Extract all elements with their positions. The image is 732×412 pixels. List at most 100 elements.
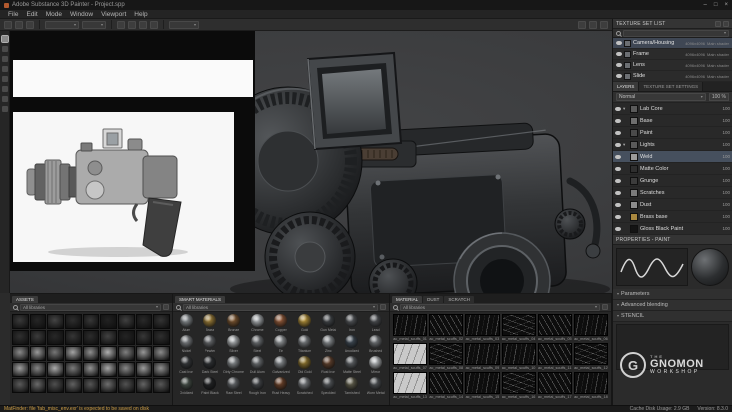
asset-thumbnail[interactable] [82, 378, 100, 393]
asset-thumbnail[interactable] [47, 314, 64, 329]
layer-visibility-icon[interactable] [615, 142, 621, 147]
asset-thumbnail[interactable] [64, 346, 82, 361]
layer-row[interactable]: Brass base 100 [613, 211, 732, 223]
asset-thumbnail[interactable] [135, 378, 153, 393]
asset-thumbnail[interactable] [153, 330, 170, 345]
smart-material-item[interactable]: Old Gold [293, 356, 316, 376]
asset-thumbnail[interactable] [100, 330, 117, 345]
smart-material-item[interactable]: Dirty Chrome [222, 356, 245, 376]
asset-thumbnail[interactable] [153, 378, 170, 393]
asset-thumbnail[interactable] [135, 330, 153, 345]
smart-material-item[interactable]: Gun Metal [317, 314, 340, 334]
smart-material-item[interactable]: Worn Metal [364, 377, 387, 397]
asset-thumbnail[interactable] [29, 378, 47, 393]
visibility-eye-icon[interactable] [616, 41, 622, 45]
grunge-map-item[interactable]: ac_metal_scuffs_16 [501, 372, 536, 399]
symmetry-icon[interactable] [117, 20, 125, 29]
texture-set-row[interactable]: Lens 4096x4096 Main shader [613, 60, 732, 71]
camera-dropdown[interactable]: ▾ [169, 20, 199, 29]
grid-view-icon[interactable] [163, 304, 169, 310]
layer-row[interactable]: Scratches 100 [613, 187, 732, 199]
asset-thumbnail[interactable] [82, 314, 100, 329]
maximize-button[interactable]: □ [714, 0, 718, 10]
grunge-map-item[interactable]: ac_metal_scuffs_08 [429, 343, 464, 370]
texture-set-row[interactable]: Slide 4096x4096 Main shader [613, 71, 732, 82]
grunge-map-item[interactable]: ac_metal_scuffs_02 [429, 314, 464, 341]
layer-row[interactable]: ▾ Lab Core 100 [613, 103, 732, 115]
smart-material-item[interactable]: Brushed [364, 335, 387, 355]
smart-material-item[interactable]: Dull Alum [246, 356, 269, 376]
asset-thumbnail[interactable] [64, 378, 82, 393]
property-group-header[interactable]: ▾ Parameters [613, 289, 732, 300]
stencil-icon[interactable] [139, 20, 147, 29]
layer-visibility-icon[interactable] [615, 190, 621, 195]
layer-expand-icon[interactable]: ▾ [623, 106, 628, 112]
material-picker-icon[interactable] [150, 20, 158, 29]
projection-tool-icon[interactable] [1, 56, 8, 62]
smart-material-item[interactable]: Alum [175, 314, 198, 334]
grunge-map-item[interactable]: ac_metal_scuffs_06 [573, 314, 608, 341]
smart-material-item[interactable]: Scratched [293, 377, 316, 397]
smart-materials-library-dropdown[interactable]: All libraries ▾ [183, 303, 378, 311]
layer-visibility-icon[interactable] [615, 202, 621, 207]
texture-set-filter-dropdown[interactable]: ▾ [623, 29, 729, 37]
smart-material-item[interactable]: Zinc [317, 335, 340, 355]
asset-thumbnail[interactable] [64, 362, 82, 377]
grunge-map-item[interactable]: ac_metal_scuffs_13 [393, 372, 428, 399]
smart-material-item[interactable]: Rust Heavy [270, 377, 293, 397]
asset-thumbnail[interactable] [100, 362, 117, 377]
smart-material-item[interactable]: Speckled [317, 377, 340, 397]
visibility-eye-icon[interactable] [616, 63, 622, 67]
layer-visibility-icon[interactable] [615, 154, 621, 159]
layer-visibility-icon[interactable] [615, 178, 621, 183]
display-settings-icon[interactable] [578, 20, 586, 29]
smart-material-item[interactable]: Dark Steel [199, 356, 222, 376]
asset-thumbnail[interactable] [64, 330, 82, 345]
quick-mask-tool-icon[interactable] [1, 106, 8, 112]
asset-thumbnail[interactable] [82, 362, 100, 377]
asset-thumbnail[interactable] [64, 314, 82, 329]
grunge-map-item[interactable]: ac_metal_scuffs_10 [501, 343, 536, 370]
grunge-map-item[interactable]: ac_metal_scuffs_14 [429, 372, 464, 399]
texture-set-row[interactable]: Camera/Housing 4096x4096 Main shader [613, 38, 732, 49]
brush-preset-dropdown[interactable]: ▾ [45, 20, 79, 29]
asset-thumbnail[interactable] [82, 330, 100, 345]
smart-material-item[interactable]: Cast Iron [175, 356, 198, 376]
polygon-fill-tool-icon[interactable] [1, 66, 8, 72]
smart-material-item[interactable]: Tarnished [341, 377, 364, 397]
asset-thumbnail[interactable] [100, 378, 117, 393]
menu-item[interactable]: Window [66, 11, 97, 18]
menu-item[interactable]: Edit [22, 11, 41, 18]
asset-thumbnail[interactable] [117, 330, 135, 345]
grunge-map-item[interactable]: ac_metal_scuffs_03 [465, 314, 500, 341]
smart-material-item[interactable]: Anodized [341, 335, 364, 355]
assets-library-dropdown[interactable]: All libraries ▾ [20, 303, 161, 311]
asset-thumbnail[interactable] [82, 346, 100, 361]
asset-thumbnail[interactable] [117, 362, 135, 377]
asset-thumbnail[interactable] [29, 330, 47, 345]
asset-thumbnail[interactable] [135, 362, 153, 377]
layer-row[interactable]: Gloss Black Paint 100 [613, 223, 732, 235]
asset-thumbnail[interactable] [29, 362, 47, 377]
minimize-button[interactable]: – [704, 0, 707, 10]
clone-tool-icon[interactable] [1, 86, 8, 92]
projection-tool-icon[interactable] [26, 20, 34, 29]
grunge-map-item[interactable]: ac_metal_scuffs_11 [537, 343, 572, 370]
property-group-header[interactable]: ▾ STENCIL [613, 311, 732, 322]
layer-expand-icon[interactable]: ▾ [623, 142, 628, 148]
grid-view-icon[interactable] [380, 304, 386, 310]
smart-material-item[interactable]: Bronze [222, 314, 245, 334]
smart-material-item[interactable]: Pewter [199, 335, 222, 355]
smart-material-item[interactable]: Matte Steel [341, 356, 364, 376]
asset-thumbnail[interactable] [100, 314, 117, 329]
grunge-map-item[interactable]: ac_metal_scuffs_01 [393, 314, 428, 341]
layer-visibility-icon[interactable] [615, 106, 621, 111]
grunge-map-item[interactable]: ac_metal_scuffs_05 [537, 314, 572, 341]
eraser-tool-icon[interactable] [1, 46, 8, 52]
asset-thumbnail[interactable] [153, 314, 170, 329]
asset-thumbnail[interactable] [12, 314, 29, 329]
list-options-icon[interactable] [715, 20, 721, 27]
asset-thumbnail[interactable] [12, 346, 29, 361]
layer-row[interactable]: Grunge 100 [613, 175, 732, 187]
layer-row[interactable]: Weld 100 [613, 151, 732, 163]
